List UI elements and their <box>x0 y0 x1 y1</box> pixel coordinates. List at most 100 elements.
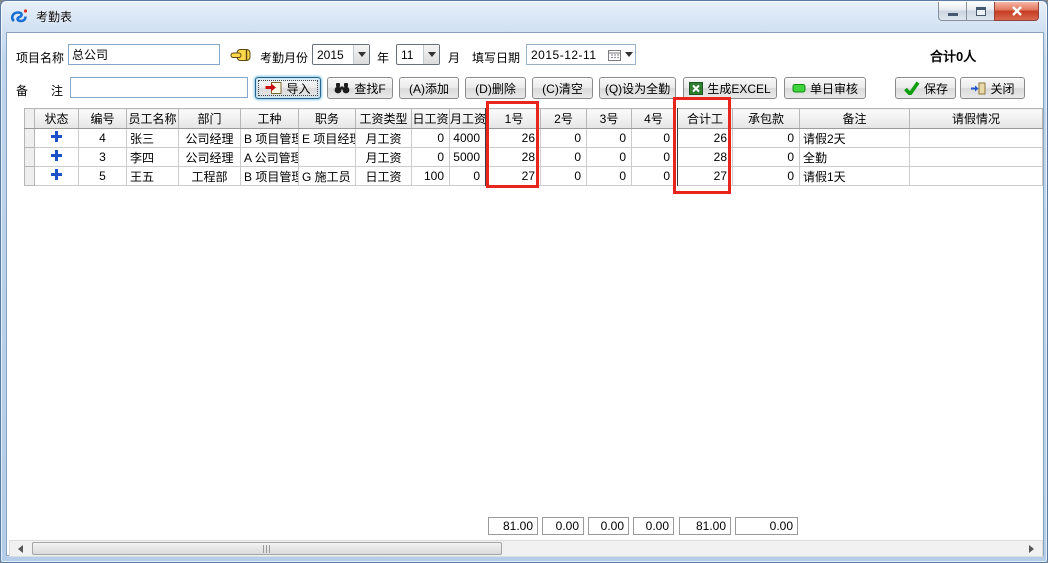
daily-wage-cell[interactable]: 100 <box>412 167 450 186</box>
duty-cell[interactable]: E 项目经理 <box>299 129 356 148</box>
close-window-button[interactable] <box>994 2 1039 21</box>
table-row[interactable]: 5 王五 工程部 B 项目管理 G 施工员 日工资 100 0 27 0 0 0… <box>25 167 1043 186</box>
col-id[interactable]: 编号 <box>79 109 127 129</box>
note-cell[interactable]: 请假2天 <box>800 129 910 148</box>
row-selector-header[interactable] <box>25 109 35 129</box>
note-input[interactable] <box>70 77 248 98</box>
note-cell[interactable]: 全勤 <box>800 148 910 167</box>
day2-cell[interactable]: 0 <box>541 129 587 148</box>
col-day4[interactable]: 4号 <box>632 109 677 129</box>
col-day3[interactable]: 3号 <box>587 109 632 129</box>
col-monthly-wage[interactable]: 月工资 <box>450 109 487 129</box>
leave-cell[interactable] <box>910 148 1043 167</box>
status-cell[interactable] <box>35 148 79 167</box>
day2-cell[interactable]: 0 <box>541 167 587 186</box>
col-day2[interactable]: 2号 <box>541 109 587 129</box>
leave-cell[interactable] <box>910 167 1043 186</box>
contract-cell[interactable]: 0 <box>733 148 800 167</box>
contract-cell[interactable]: 0 <box>733 129 800 148</box>
day4-cell[interactable]: 0 <box>632 167 677 186</box>
name-cell[interactable]: 李四 <box>127 148 179 167</box>
generate-excel-button[interactable]: 生成EXCEL <box>683 77 777 99</box>
minimize-button[interactable] <box>938 2 967 21</box>
note-cell[interactable]: 请假1天 <box>800 167 910 186</box>
year-select[interactable]: 2015 <box>312 44 370 65</box>
day2-cell[interactable]: 0 <box>541 148 587 167</box>
fill-date-picker[interactable]: 2015-12-11 <box>526 44 636 65</box>
horizontal-scrollbar[interactable] <box>9 540 1043 557</box>
add-button[interactable]: (A)添加 <box>399 77 459 99</box>
pointing-hand-icon[interactable] <box>230 48 252 62</box>
id-cell[interactable]: 5 <box>79 167 127 186</box>
job-cell[interactable]: B 项目管理 <box>241 129 299 148</box>
col-work-total[interactable]: 合计工 <box>677 109 733 129</box>
col-note[interactable]: 备注 <box>800 109 910 129</box>
chevron-down-icon[interactable] <box>353 45 369 64</box>
scrollbar-thumb[interactable] <box>32 542 502 555</box>
contract-cell[interactable]: 0 <box>733 167 800 186</box>
month-select[interactable]: 11 <box>396 44 440 65</box>
daily-audit-button[interactable]: 单日审核 <box>784 77 866 99</box>
scroll-left-button[interactable] <box>12 541 29 556</box>
day3-cell[interactable]: 0 <box>587 167 632 186</box>
work-total-cell[interactable]: 26 <box>677 129 733 148</box>
leave-cell[interactable] <box>910 129 1043 148</box>
duty-cell[interactable]: G 施工员 <box>299 167 356 186</box>
id-cell[interactable]: 3 <box>79 148 127 167</box>
row-selector[interactable] <box>25 148 35 167</box>
col-duty[interactable]: 职务 <box>299 109 356 129</box>
col-contract[interactable]: 承包款 <box>733 109 800 129</box>
import-button[interactable]: 导入 <box>255 77 321 99</box>
find-button[interactable]: 查找F <box>327 77 393 99</box>
clear-button[interactable]: (C)清空 <box>532 77 593 99</box>
monthly-wage-cell[interactable]: 0 <box>450 167 487 186</box>
delete-button[interactable]: (D)删除 <box>465 77 526 99</box>
close-button[interactable]: 关闭 <box>960 77 1025 99</box>
daily-wage-cell[interactable]: 0 <box>412 129 450 148</box>
day4-cell[interactable]: 0 <box>632 148 677 167</box>
dept-cell[interactable]: 工程部 <box>179 167 241 186</box>
name-cell[interactable]: 王五 <box>127 167 179 186</box>
dept-cell[interactable]: 公司经理 <box>179 129 241 148</box>
project-name-input[interactable] <box>68 44 220 65</box>
set-full-attendance-button[interactable]: (Q)设为全勤 <box>599 77 676 99</box>
duty-cell[interactable] <box>299 148 356 167</box>
scroll-right-button[interactable] <box>1023 541 1040 556</box>
job-cell[interactable]: A 公司管理 <box>241 148 299 167</box>
work-total-cell[interactable]: 28 <box>677 148 733 167</box>
title-bar[interactable]: 考勤表 <box>1 1 1047 31</box>
chevron-down-icon[interactable] <box>623 52 635 57</box>
col-daily-wage[interactable]: 日工资 <box>412 109 450 129</box>
monthly-wage-cell[interactable]: 4000 <box>450 129 487 148</box>
calendar-icon[interactable] <box>608 49 621 61</box>
col-day1[interactable]: 1号 <box>487 109 541 129</box>
wage-type-cell[interactable]: 月工资 <box>356 148 412 167</box>
dept-cell[interactable]: 公司经理 <box>179 148 241 167</box>
col-department[interactable]: 部门 <box>179 109 241 129</box>
work-total-cell[interactable]: 27 <box>677 167 733 186</box>
status-cell[interactable] <box>35 167 79 186</box>
col-wage-type[interactable]: 工资类型 <box>356 109 412 129</box>
save-button[interactable]: 保存 <box>895 77 956 99</box>
day1-cell[interactable]: 27 <box>487 167 541 186</box>
status-cell[interactable] <box>35 129 79 148</box>
wage-type-cell[interactable]: 日工资 <box>356 167 412 186</box>
chevron-down-icon[interactable] <box>423 45 439 64</box>
id-cell[interactable]: 4 <box>79 129 127 148</box>
col-employee-name[interactable]: 员工名称 <box>127 109 179 129</box>
row-selector[interactable] <box>25 167 35 186</box>
table-row[interactable]: 3 李四 公司经理 A 公司管理 月工资 0 5000 28 0 0 0 28 … <box>25 148 1043 167</box>
maximize-button[interactable] <box>966 2 995 21</box>
wage-type-cell[interactable]: 月工资 <box>356 129 412 148</box>
day4-cell[interactable]: 0 <box>632 129 677 148</box>
col-job-type[interactable]: 工种 <box>241 109 299 129</box>
monthly-wage-cell[interactable]: 5000 <box>450 148 487 167</box>
table-row[interactable]: 4 张三 公司经理 B 项目管理 E 项目经理 月工资 0 4000 26 0 … <box>25 129 1043 148</box>
row-selector[interactable] <box>25 129 35 148</box>
job-cell[interactable]: B 项目管理 <box>241 167 299 186</box>
day3-cell[interactable]: 0 <box>587 129 632 148</box>
name-cell[interactable]: 张三 <box>127 129 179 148</box>
col-leave[interactable]: 请假情况 <box>910 109 1043 129</box>
day1-cell[interactable]: 28 <box>487 148 541 167</box>
daily-wage-cell[interactable]: 0 <box>412 148 450 167</box>
